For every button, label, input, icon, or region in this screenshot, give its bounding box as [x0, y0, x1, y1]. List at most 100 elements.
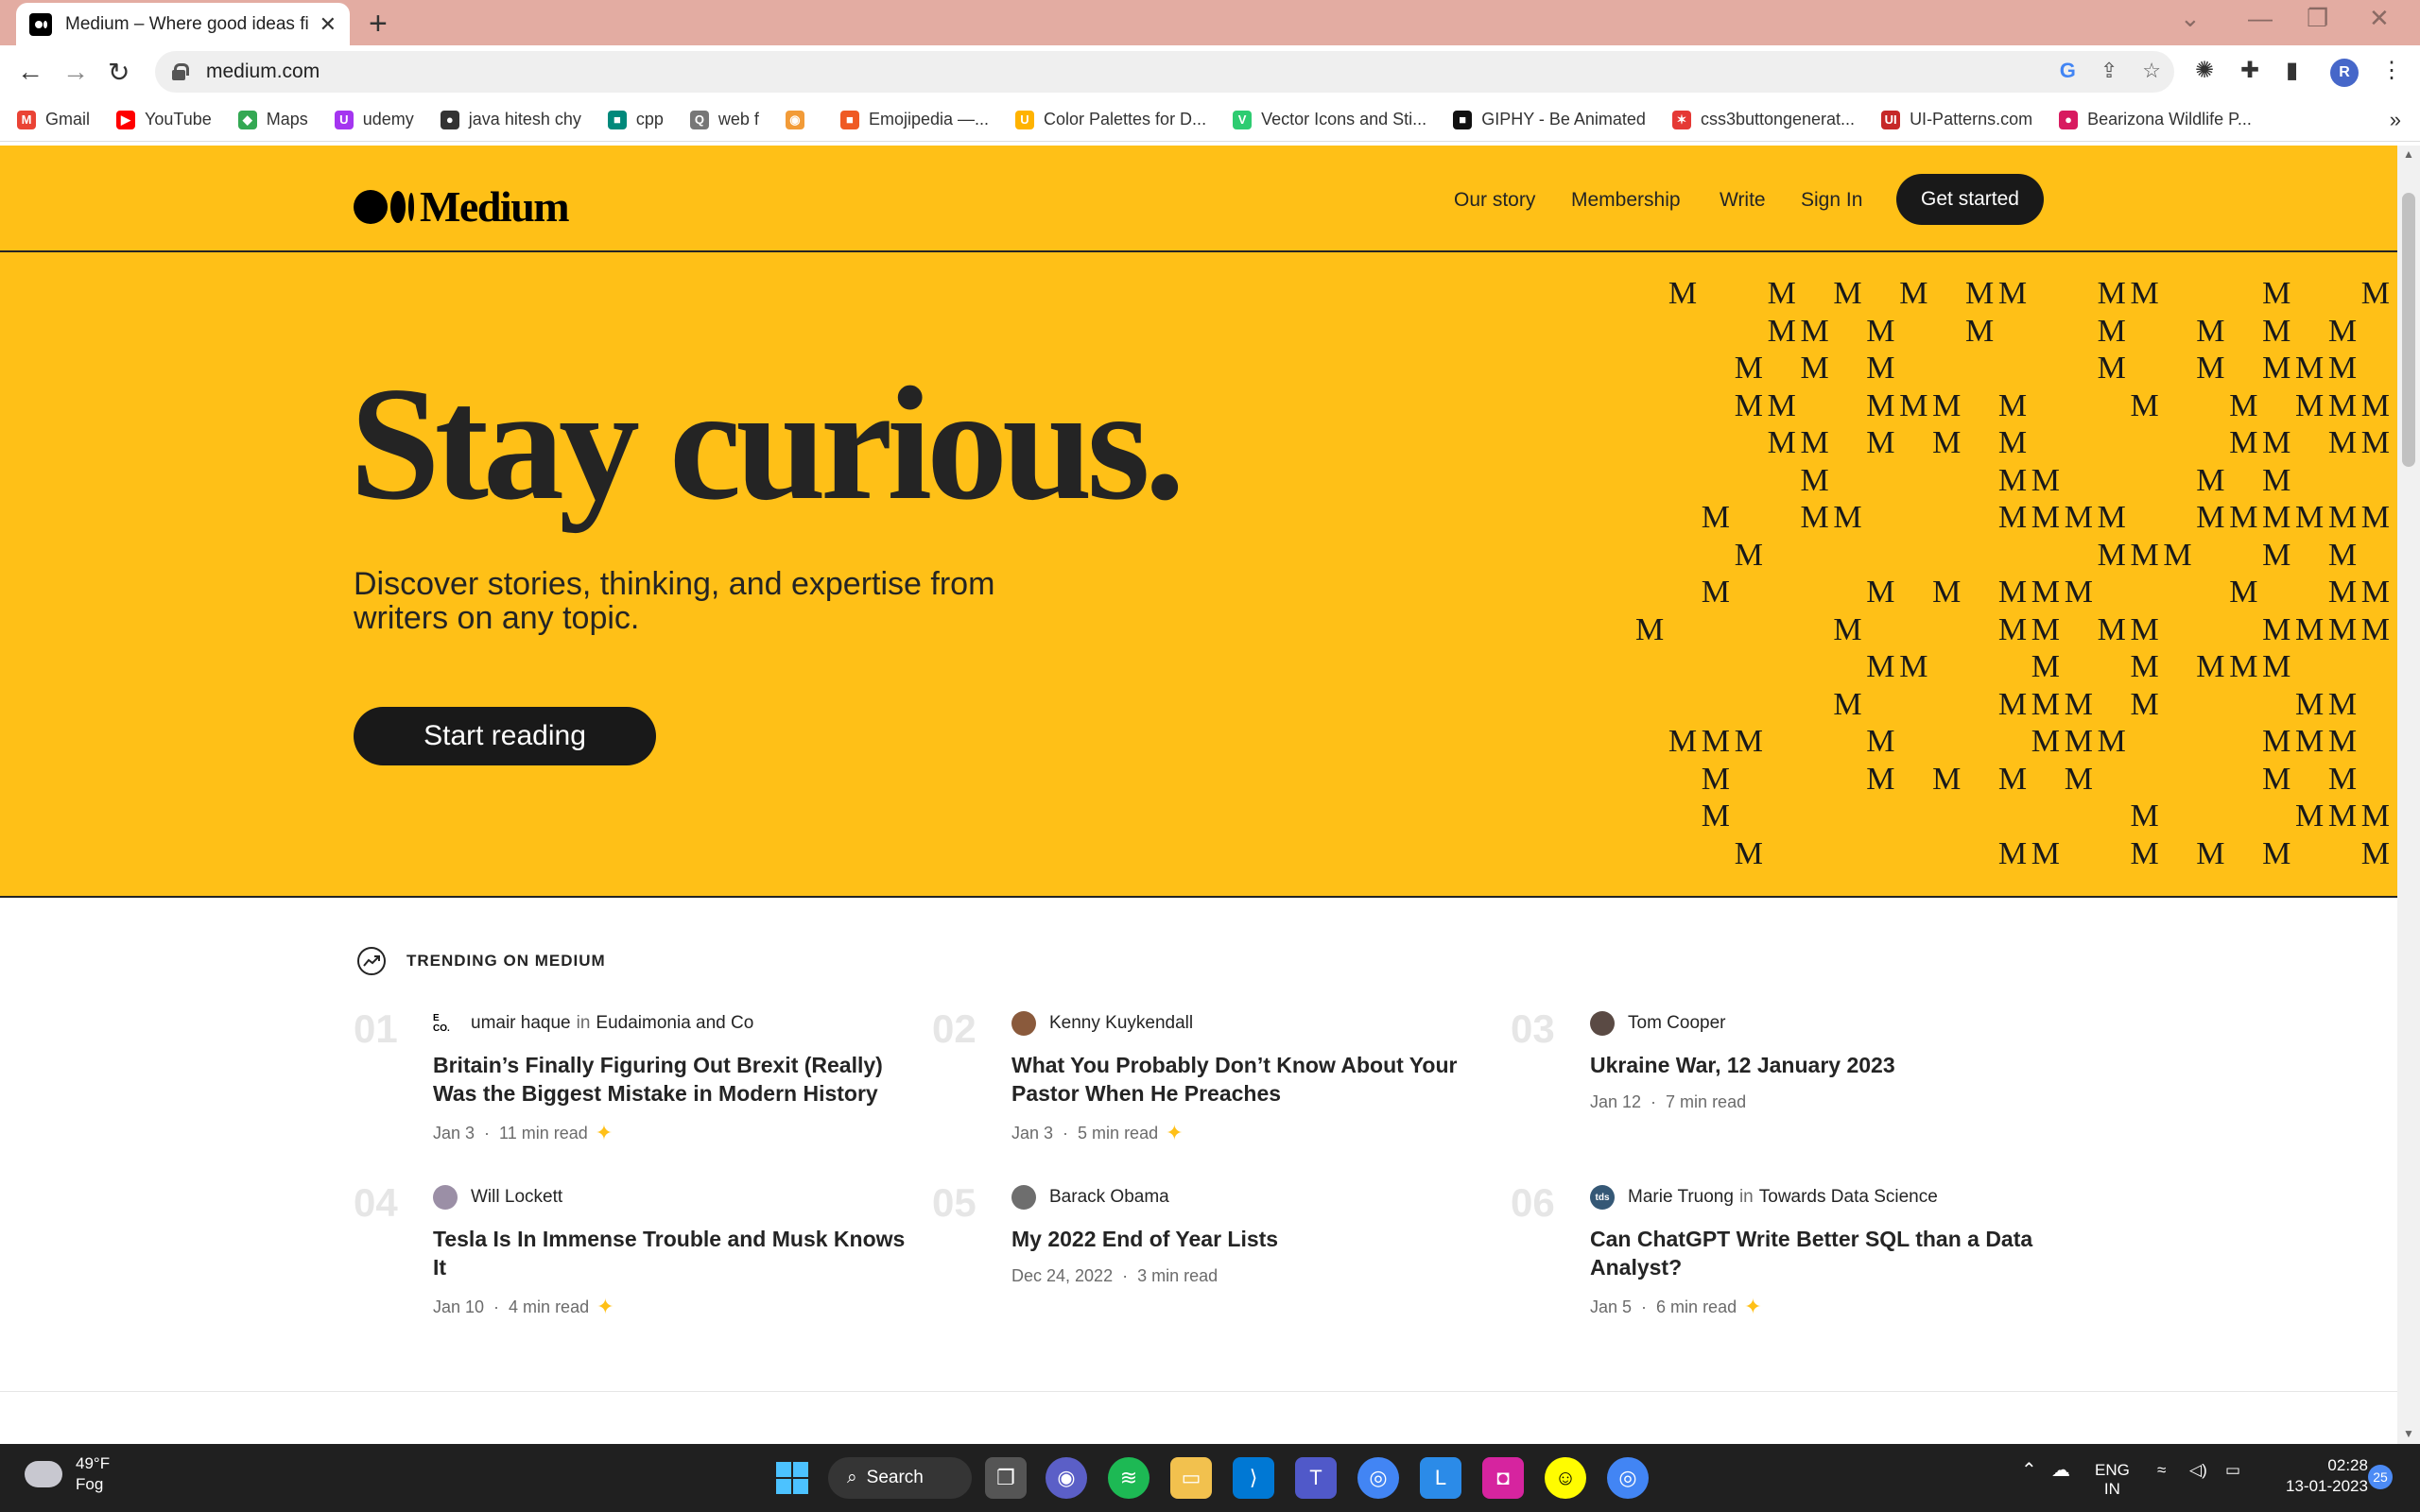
article-title[interactable]: My 2022 End of Year Lists: [1011, 1225, 1484, 1253]
m-glyph: M: [1701, 500, 1731, 535]
bookmark-item[interactable]: Uudemy: [334, 110, 414, 129]
publication-name[interactable]: Towards Data Science: [1759, 1187, 1938, 1208]
author-name[interactable]: Barack Obama: [1049, 1187, 1169, 1208]
instagram-icon[interactable]: ◘: [1482, 1457, 1524, 1499]
author-avatar[interactable]: E CO.: [433, 1011, 458, 1036]
bookmark-item[interactable]: M Gmail: [17, 110, 90, 129]
bookmarks-overflow-icon[interactable]: »: [2390, 108, 2401, 132]
bookmark-item[interactable]: ■ GIPHY - Be Animated: [1453, 110, 1646, 129]
extension-bug-icon[interactable]: ✺: [2195, 57, 2214, 84]
file-explorer-icon[interactable]: ▭: [1170, 1457, 1212, 1499]
page-scrollbar[interactable]: ▲ ▼: [2397, 146, 2420, 1444]
chrome-icon[interactable]: ◎: [1357, 1457, 1399, 1499]
browser-tab-medium[interactable]: Medium – Where good ideas find you ✕: [16, 3, 350, 45]
bookmark-item[interactable]: ● java hitesh chy: [440, 110, 581, 129]
extensions-puzzle-icon[interactable]: ✚: [2240, 57, 2259, 84]
author-name[interactable]: umair haque: [471, 1013, 571, 1034]
author-avatar[interactable]: [433, 1185, 458, 1210]
snapchat-icon[interactable]: ☺: [1545, 1457, 1586, 1499]
reload-icon[interactable]: ↻: [108, 57, 130, 88]
author-name[interactable]: Marie Truong: [1628, 1187, 1734, 1208]
restore-button[interactable]: ❐: [2307, 4, 2328, 33]
forward-arrow-icon[interactable]: →: [62, 57, 89, 87]
bookmark-item[interactable]: ✶ css3buttongenerat...: [1671, 110, 1855, 129]
scroll-down-arrow-icon[interactable]: ▼: [2403, 1427, 2414, 1440]
bookmark-item[interactable]: ● Bearizona Wildlife P...: [2059, 110, 2252, 129]
scrollbar-thumb[interactable]: [2402, 193, 2415, 467]
task-view-icon[interactable]: ❐: [985, 1457, 1027, 1499]
battery-icon[interactable]: ▭: [2225, 1461, 2240, 1480]
article-rank: 05: [932, 1180, 977, 1225]
weather-widget[interactable]: 49°F Fog: [25, 1453, 110, 1495]
author-name[interactable]: Kenny Kuykendall: [1049, 1013, 1193, 1034]
nav-write[interactable]: Write: [1720, 189, 1766, 212]
nav-sign-in[interactable]: Sign In: [1801, 189, 1862, 212]
nav-membership[interactable]: Membership: [1571, 189, 1681, 212]
spotify-icon[interactable]: ≋: [1108, 1457, 1150, 1499]
google-lens-icon[interactable]: G: [2060, 59, 2076, 83]
bookmark-item[interactable]: Qweb f: [689, 110, 759, 129]
article-title[interactable]: Britain’s Finally Figuring Out Brexit (R…: [433, 1051, 906, 1108]
author-avatar[interactable]: tds: [1590, 1185, 1615, 1210]
bookmark-item[interactable]: ◆ Maps: [237, 110, 308, 129]
bookmark-item[interactable]: UI UI-Patterns.com: [1881, 110, 2032, 129]
article-title[interactable]: What You Probably Don’t Know About Your …: [1011, 1051, 1484, 1108]
author-avatar[interactable]: [1011, 1185, 1036, 1210]
bookmark-item[interactable]: ▶ YouTube: [116, 110, 212, 129]
side-panel-icon[interactable]: ▮: [2286, 57, 2298, 84]
get-started-button[interactable]: Get started: [1896, 174, 2044, 225]
l-app-icon[interactable]: L: [1420, 1457, 1461, 1499]
m-glyph: M: [2229, 425, 2258, 460]
chrome-menu-icon[interactable]: ⋮: [2380, 57, 2403, 84]
wifi-icon[interactable]: ≈: [2157, 1461, 2166, 1480]
article-title[interactable]: Ukraine War, 12 January 2023: [1590, 1051, 2063, 1079]
bookmark-item[interactable]: ◉: [785, 110, 814, 129]
bookmark-item[interactable]: ■ Emojipedia —...: [839, 110, 989, 129]
chat-icon[interactable]: ◉: [1046, 1457, 1087, 1499]
tab-close-icon[interactable]: ✕: [320, 12, 337, 37]
bookmark-item[interactable]: ■ cpp: [607, 110, 664, 129]
minimize-button[interactable]: —: [2248, 4, 2273, 33]
tray-overflow-icon[interactable]: ⌃: [2021, 1461, 2037, 1480]
author-avatar[interactable]: [1011, 1011, 1036, 1036]
new-tab-button[interactable]: +: [369, 6, 388, 43]
author-name[interactable]: Tom Cooper: [1628, 1013, 1726, 1034]
bookmark-item[interactable]: U Color Palettes for D...: [1015, 110, 1206, 129]
taskbar-search[interactable]: ⌕ Search: [828, 1457, 972, 1499]
vscode-icon[interactable]: ⟩: [1233, 1457, 1274, 1499]
meta-separator: ·: [493, 1297, 500, 1316]
teams-icon[interactable]: T: [1295, 1457, 1337, 1499]
system-clock[interactable]: 02:28 13-01-2023: [2286, 1455, 2368, 1497]
address-bar[interactable]: medium.com G ⇪ ☆: [155, 51, 2174, 93]
profile-avatar[interactable]: R: [2330, 59, 2359, 87]
notification-badge[interactable]: 25: [2368, 1465, 2393, 1489]
author-avatar[interactable]: [1590, 1011, 1615, 1036]
article-title[interactable]: Can ChatGPT Write Better SQL than a Data…: [1590, 1225, 2063, 1281]
language-indicator[interactable]: ENG IN: [2095, 1461, 2130, 1499]
tab-search-chevron-icon[interactable]: ⌄: [2180, 4, 2201, 33]
windows-start-icon[interactable]: [771, 1457, 813, 1499]
bookmark-star-icon[interactable]: ☆: [2142, 59, 2161, 83]
m-glyph: M: [1899, 387, 1928, 423]
medium-logo[interactable]: Medium: [354, 181, 570, 232]
onedrive-cloud-icon[interactable]: ☁: [2051, 1461, 2070, 1480]
share-icon[interactable]: ⇪: [2100, 59, 2118, 83]
back-arrow-icon[interactable]: ←: [17, 57, 43, 87]
close-window-button[interactable]: ✕: [2369, 4, 2390, 33]
url-text[interactable]: medium.com: [206, 60, 320, 83]
publication-name[interactable]: Eudaimonia and Co: [596, 1013, 753, 1034]
volume-icon[interactable]: ◁): [2189, 1461, 2207, 1480]
m-glyph: M: [1997, 276, 2028, 311]
m-glyph: M: [2262, 537, 2291, 573]
bookmark-item[interactable]: V Vector Icons and Sti...: [1233, 110, 1426, 129]
author-name[interactable]: Will Lockett: [471, 1187, 562, 1208]
scroll-up-arrow-icon[interactable]: ▲: [2403, 147, 2414, 161]
article-meta: Jan 3 · 11 min read ✦: [433, 1121, 906, 1145]
article-title[interactable]: Tesla Is In Immense Trouble and Musk Kno…: [433, 1225, 906, 1281]
m-glyph: M: [2031, 724, 2061, 759]
start-reading-button[interactable]: Start reading: [354, 707, 656, 765]
chrome-profile-icon[interactable]: ◎: [1607, 1457, 1649, 1499]
meta-separator: ·: [1063, 1123, 1069, 1143]
nav-our-story[interactable]: Our story: [1454, 189, 1535, 212]
lock-icon[interactable]: [172, 63, 189, 80]
